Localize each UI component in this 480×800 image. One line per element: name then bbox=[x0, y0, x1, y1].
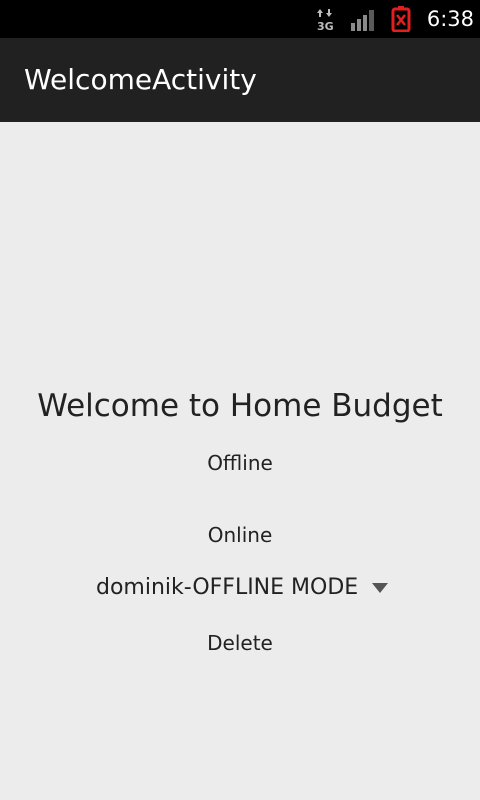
welcome-heading: Welcome to Home Budget bbox=[37, 388, 443, 424]
battery-empty-icon bbox=[391, 6, 411, 32]
svg-text:3G: 3G bbox=[317, 20, 334, 32]
delete-button[interactable]: Delete bbox=[140, 617, 340, 667]
account-spinner[interactable]: dominik-OFFLINE MODE bbox=[80, 562, 400, 614]
3g-data-icon: 3G bbox=[317, 9, 334, 32]
online-button[interactable]: Online bbox=[140, 509, 340, 559]
dropdown-triangle-icon bbox=[372, 583, 388, 593]
status-time: 6:38 bbox=[426, 7, 474, 31]
main-content: Welcome to Home Budget Offline Online do… bbox=[0, 122, 480, 800]
account-spinner-value: dominik-OFFLINE MODE bbox=[96, 575, 359, 600]
offline-button[interactable]: Offline bbox=[140, 437, 340, 487]
activity-title: WelcomeActivity bbox=[24, 63, 257, 96]
status-bar: 3G 6:38 bbox=[0, 0, 480, 38]
action-bar: WelcomeActivity bbox=[0, 38, 480, 122]
signal-strength-icon bbox=[351, 10, 374, 31]
